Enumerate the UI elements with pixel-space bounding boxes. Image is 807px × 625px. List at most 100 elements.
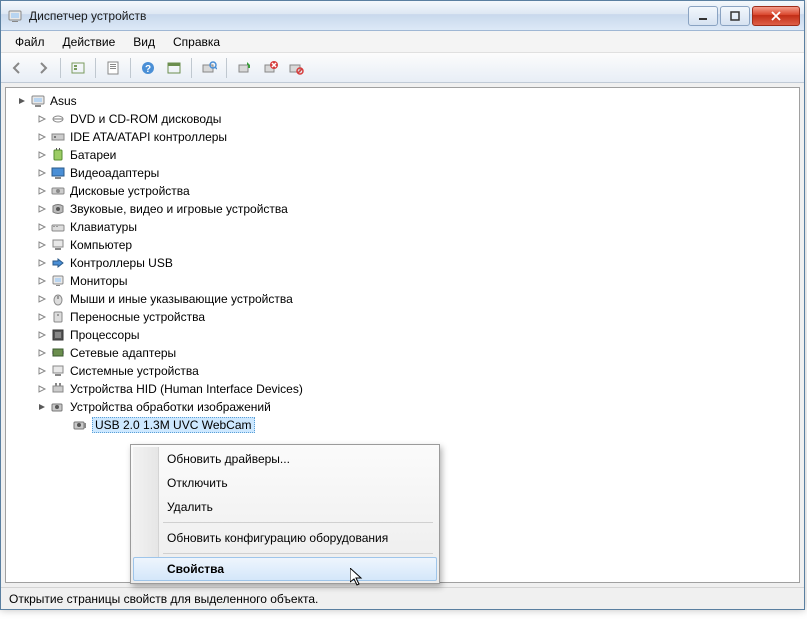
uninstall-button[interactable]: [258, 56, 282, 80]
expand-icon[interactable]: [36, 239, 48, 251]
toolbar-separator: [95, 58, 96, 78]
expand-icon[interactable]: [36, 167, 48, 179]
window-controls: [688, 6, 800, 26]
expand-icon[interactable]: [36, 383, 48, 395]
category-icon: [50, 381, 66, 397]
menu-action[interactable]: Действие: [55, 33, 124, 51]
tree-category-label: Устройства HID (Human Interface Devices): [70, 382, 303, 396]
tree-category-label: Звуковые, видео и игровые устройства: [70, 202, 288, 216]
expand-icon[interactable]: [36, 347, 48, 359]
tree-category-label: IDE ATA/ATAPI контроллеры: [70, 130, 227, 144]
forward-button[interactable]: [31, 56, 55, 80]
titlebar: Диспетчер устройств: [1, 1, 804, 31]
tree-category-row[interactable]: Батареи: [8, 146, 797, 164]
show-hidden-button[interactable]: [66, 56, 90, 80]
tree-category-row[interactable]: IDE ATA/ATAPI контроллеры: [8, 128, 797, 146]
disable-button[interactable]: [284, 56, 308, 80]
toolbar-separator: [226, 58, 227, 78]
menu-help[interactable]: Справка: [165, 33, 228, 51]
expand-icon[interactable]: [36, 365, 48, 377]
collapse-icon[interactable]: [36, 401, 48, 413]
context-menu-separator: [163, 522, 433, 523]
tree-category-row[interactable]: Процессоры: [8, 326, 797, 344]
ctx-update-drivers[interactable]: Обновить драйверы...: [133, 447, 437, 471]
category-icon: [50, 363, 66, 379]
tree-category-label: DVD и CD-ROM дисководы: [70, 112, 221, 126]
back-button[interactable]: [5, 56, 29, 80]
tree-category-row[interactable]: Звуковые, видео и игровые устройства: [8, 200, 797, 218]
category-icon: [50, 273, 66, 289]
expand-icon[interactable]: [36, 149, 48, 161]
view-button[interactable]: [162, 56, 186, 80]
tree-category-row[interactable]: Устройства HID (Human Interface Devices): [8, 380, 797, 398]
category-icon: [50, 129, 66, 145]
category-icon: [50, 237, 66, 253]
tree-category-row[interactable]: Видеоадаптеры: [8, 164, 797, 182]
ctx-properties[interactable]: Свойства: [133, 557, 437, 581]
tree-category-label: Устройства обработки изображений: [70, 400, 271, 414]
toolbar: ?: [1, 53, 804, 83]
tree-category-row[interactable]: Переносные устройства: [8, 308, 797, 326]
tree-category-row[interactable]: Сетевые адаптеры: [8, 344, 797, 362]
maximize-button[interactable]: [720, 6, 750, 26]
context-menu-separator: [163, 553, 433, 554]
ctx-delete[interactable]: Удалить: [133, 495, 437, 519]
selected-device-label: USB 2.0 1.3M UVC WebCam: [92, 417, 255, 433]
tree-category-row[interactable]: DVD и CD-ROM дисководы: [8, 110, 797, 128]
tree-category-label: Компьютер: [70, 238, 132, 252]
toolbar-separator: [60, 58, 61, 78]
toolbar-separator: [191, 58, 192, 78]
tree-category-row[interactable]: Дисковые устройства: [8, 182, 797, 200]
expand-icon[interactable]: [36, 203, 48, 215]
tree-category-label: Мониторы: [70, 274, 127, 288]
close-button[interactable]: [752, 6, 800, 26]
statusbar: Открытие страницы свойств для выделенног…: [1, 587, 804, 609]
expand-icon[interactable]: [36, 257, 48, 269]
category-icon: [50, 219, 66, 235]
tree-category-row[interactable]: Мыши и иные указывающие устройства: [8, 290, 797, 308]
collapse-icon[interactable]: [16, 95, 28, 107]
category-icon: [50, 201, 66, 217]
properties-button[interactable]: [101, 56, 125, 80]
expand-icon[interactable]: [36, 131, 48, 143]
help-button[interactable]: ?: [136, 56, 160, 80]
expand-icon[interactable]: [36, 221, 48, 233]
menu-file[interactable]: Файл: [7, 33, 53, 51]
scan-hardware-button[interactable]: [197, 56, 221, 80]
tree-root-label: Asus: [50, 94, 77, 108]
tree-device-row[interactable]: USB 2.0 1.3M UVC WebCam: [8, 416, 797, 434]
category-icon: [50, 345, 66, 361]
category-icon: [50, 399, 66, 415]
expand-icon[interactable]: [36, 185, 48, 197]
menu-view[interactable]: Вид: [125, 33, 163, 51]
category-icon: [50, 147, 66, 163]
tree-category-label: Клавиатуры: [70, 220, 137, 234]
tree-category-label: Процессоры: [70, 328, 140, 342]
category-icon: [50, 327, 66, 343]
window-title: Диспетчер устройств: [29, 9, 146, 23]
tree-category-label: Мыши и иные указывающие устройства: [70, 292, 293, 306]
status-text: Открытие страницы свойств для выделенног…: [9, 592, 318, 606]
expand-icon[interactable]: [36, 113, 48, 125]
expand-icon[interactable]: [36, 275, 48, 287]
tree-category-row[interactable]: Контроллеры USB: [8, 254, 797, 272]
expand-icon[interactable]: [36, 293, 48, 305]
category-icon: [50, 255, 66, 271]
ctx-disable[interactable]: Отключить: [133, 471, 437, 495]
webcam-icon: [72, 417, 88, 433]
tree-category-row[interactable]: Системные устройства: [8, 362, 797, 380]
tree-category-row[interactable]: Клавиатуры: [8, 218, 797, 236]
tree-category-row[interactable]: Мониторы: [8, 272, 797, 290]
category-icon: [50, 291, 66, 307]
ctx-scan-hardware[interactable]: Обновить конфигурацию оборудования: [133, 526, 437, 550]
tree-category-row[interactable]: Устройства обработки изображений: [8, 398, 797, 416]
category-icon: [50, 183, 66, 199]
minimize-button[interactable]: [688, 6, 718, 26]
tree-root[interactable]: Asus: [8, 92, 797, 110]
tree-category-label: Системные устройства: [70, 364, 199, 378]
expand-icon[interactable]: [36, 311, 48, 323]
update-driver-button[interactable]: [232, 56, 256, 80]
expand-icon[interactable]: [36, 329, 48, 341]
tree-category-row[interactable]: Компьютер: [8, 236, 797, 254]
tree-category-label: Контроллеры USB: [70, 256, 173, 270]
